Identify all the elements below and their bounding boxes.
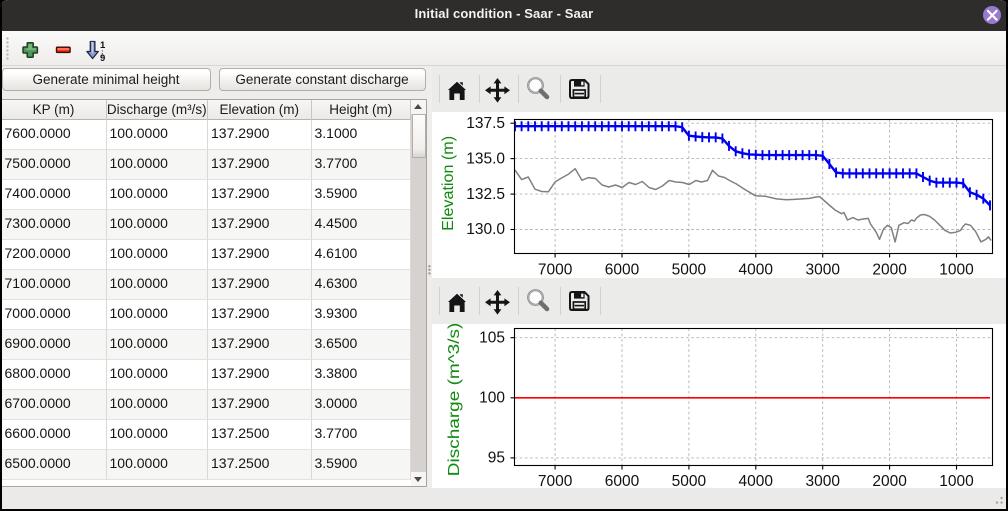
svg-text:2000: 2000: [872, 262, 907, 279]
svg-text:9: 9: [100, 53, 105, 62]
svg-text:6000: 6000: [604, 473, 639, 488]
svg-text:100: 100: [479, 390, 505, 407]
svg-text:Elevation (m): Elevation (m): [440, 136, 457, 231]
svg-text:3000: 3000: [805, 473, 840, 488]
svg-text:137.5: 137.5: [466, 115, 505, 132]
svg-text:132.5: 132.5: [466, 186, 505, 203]
svg-text:135.0: 135.0: [466, 150, 505, 167]
svg-text:5000: 5000: [671, 473, 706, 488]
svg-text:3000: 3000: [805, 262, 840, 279]
svg-text:6000: 6000: [604, 262, 639, 279]
svg-text:Discharge (m^3/s): Discharge (m^3/s): [446, 323, 463, 476]
svg-text:4000: 4000: [738, 262, 773, 279]
svg-text:4000: 4000: [738, 473, 773, 488]
svg-text:130.0: 130.0: [466, 221, 505, 238]
svg-text:105: 105: [479, 329, 505, 346]
svg-text:5000: 5000: [671, 262, 706, 279]
svg-text:95: 95: [487, 450, 504, 467]
svg-text:1000: 1000: [939, 473, 974, 488]
svg-text:7000: 7000: [537, 473, 572, 488]
svg-text:1: 1: [100, 40, 106, 51]
svg-text:2000: 2000: [872, 473, 907, 488]
svg-text:1000: 1000: [939, 262, 974, 279]
svg-text:7000: 7000: [537, 262, 572, 279]
